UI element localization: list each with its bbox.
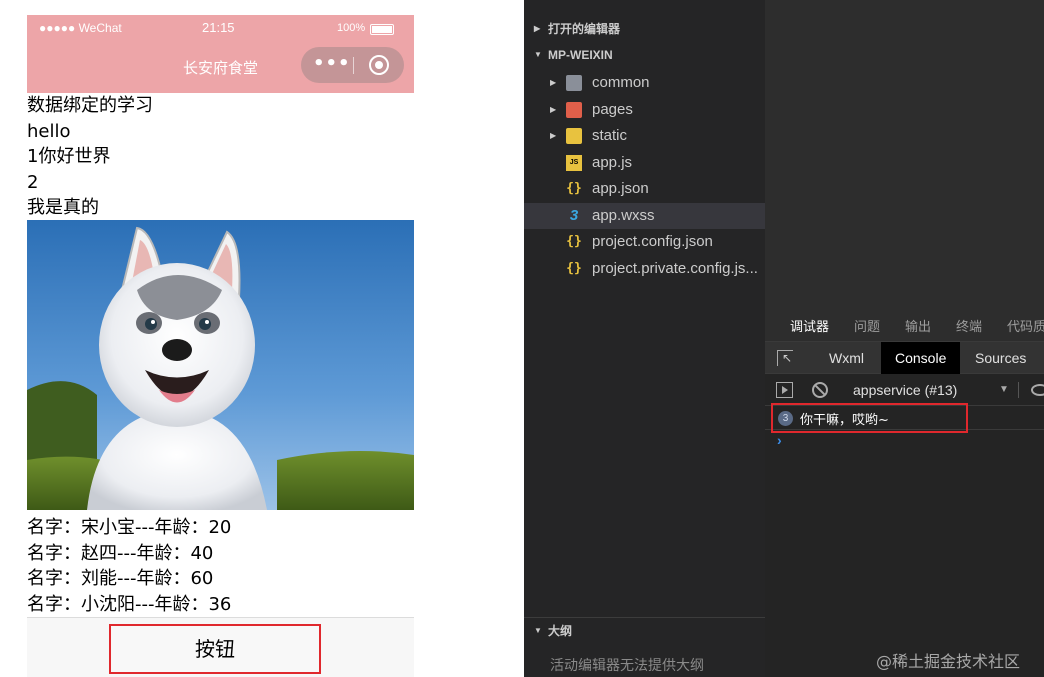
list-item: 名字：刘能---年龄：60	[27, 568, 214, 589]
tree-item-label: app.wxss	[592, 207, 655, 224]
tree-item-label: project.private.config.js...	[592, 260, 758, 277]
console-toolbar: appservice (#13) ▼	[765, 374, 1044, 406]
tree-item-static[interactable]: ▶ static	[524, 123, 765, 149]
context-select[interactable]: appservice (#13) ▼	[843, 374, 1011, 406]
tree-item-label: pages	[592, 101, 633, 118]
primary-button[interactable]: 按钮	[109, 624, 321, 674]
devtools-top-tabs: 调试器 问题 输出 终端 代码质	[765, 306, 1044, 345]
text-line: 1你好世界	[27, 146, 111, 167]
chevron-right-icon: ▶	[550, 78, 557, 87]
tree-item-label: project.config.json	[592, 233, 713, 250]
folder-icon	[566, 75, 582, 91]
toolbar-divider	[1018, 382, 1019, 398]
tab-terminal[interactable]: 终端	[956, 316, 982, 335]
battery-percent: 100%	[337, 22, 366, 34]
tab-wxml[interactable]: Wxml	[815, 342, 878, 374]
js-file-icon: JS	[566, 155, 582, 171]
tree-item-label: common	[592, 74, 650, 91]
tree-item-app-json[interactable]: {} app.json	[524, 176, 765, 202]
battery-icon	[370, 24, 394, 35]
open-editors-section[interactable]: ▶ 打开的编辑器	[524, 16, 765, 42]
json-file-icon: {}	[566, 181, 582, 196]
button-area: 按钮	[27, 617, 414, 677]
tree-item-label: app.js	[592, 154, 633, 171]
clear-console-icon[interactable]	[812, 382, 828, 398]
chevron-down-icon: ▼	[534, 50, 542, 59]
list-item: 名字：宋小宝---年龄：20	[27, 517, 232, 538]
context-label: appservice (#13)	[853, 382, 958, 398]
chevron-right-icon: ▶	[550, 131, 557, 140]
tree-item-common[interactable]: ▶ common	[524, 70, 765, 96]
tree-item-project-config[interactable]: {} project.config.json	[524, 229, 765, 255]
phone-simulator: ●●●●● WeChat 21:15 100% 长安府食堂 ••• 数据绑定的学…	[27, 15, 414, 677]
chevron-down-icon: ▼	[534, 626, 542, 635]
watermark: @稀土掘金技术社区	[876, 652, 1021, 671]
tab-code-quality[interactable]: 代码质	[1007, 316, 1044, 335]
outline-message: 活动编辑器无法提供大纲	[550, 658, 704, 674]
capsule-divider	[353, 57, 354, 74]
json-file-icon: {}	[566, 234, 582, 249]
tree-item-app-js[interactable]: JS app.js	[524, 150, 765, 176]
section-title: 大纲	[548, 624, 573, 638]
tree-item-pages[interactable]: ▶ pages	[524, 97, 765, 123]
section-title: MP-WEIXIN	[548, 48, 613, 62]
file-explorer: ▶ 打开的编辑器 ▼ MP-WEIXIN ▶ common ▶ pages ▶ …	[524, 0, 765, 677]
tab-output[interactable]: 输出	[905, 316, 931, 335]
tab-debugger[interactable]: 调试器	[790, 316, 830, 345]
chevron-down-icon: ▼	[999, 384, 1009, 395]
tab-sources[interactable]: Sources	[961, 342, 1040, 374]
husky-puppy-image	[27, 220, 414, 510]
page-content: 数据绑定的学习 hello 1你好世界 2 我是真的	[27, 93, 414, 221]
people-list: 名字：宋小宝---年龄：20 名字：赵四---年龄：40 名字：刘能---年龄：…	[27, 515, 414, 617]
chevron-right-icon: ▶	[550, 105, 557, 114]
nav-bar: 长安府食堂 •••	[27, 41, 414, 93]
highlight-box	[771, 403, 968, 433]
carrier-label: ●●●●● WeChat	[39, 21, 122, 35]
text-line: 我是真的	[27, 197, 99, 218]
outline-header[interactable]: ▼ 大纲	[524, 618, 765, 644]
text-line: hello	[27, 120, 71, 142]
mini-program-capsule: •••	[301, 47, 404, 83]
tree-item-label: static	[592, 127, 628, 144]
css-file-icon: 3	[569, 207, 579, 224]
devtools-panel: 调试器 问题 输出 终端 代码质 Wxml Console Sources ap…	[765, 306, 1044, 677]
devtools-panel-tabs: Wxml Console Sources	[765, 342, 1044, 374]
console-message: 3 你干嘛，哎哟~	[765, 403, 1044, 433]
console-prompt[interactable]: ›	[777, 432, 782, 448]
tab-console[interactable]: Console	[881, 342, 961, 374]
chevron-right-icon: ▶	[534, 24, 541, 33]
tab-problems[interactable]: 问题	[854, 316, 880, 335]
json-file-icon: {}	[566, 261, 582, 276]
tree-item-project-private-config[interactable]: {} project.private.config.js...	[524, 256, 765, 282]
project-section[interactable]: ▼ MP-WEIXIN	[524, 42, 765, 68]
text-line: 数据绑定的学习	[27, 95, 153, 116]
inspect-element-icon[interactable]	[777, 350, 793, 366]
sidebar-toggle-icon[interactable]	[776, 382, 793, 398]
clock: 21:15	[202, 20, 235, 35]
list-item: 名字：赵四---年龄：40	[27, 542, 214, 564]
status-bar: ●●●●● WeChat 21:15 100%	[27, 15, 414, 41]
list-item: 名字：小沈阳---年龄：36	[27, 593, 232, 615]
close-target-icon[interactable]	[369, 55, 389, 75]
folder-icon	[566, 128, 582, 144]
section-title: 打开的编辑器	[548, 22, 621, 36]
tree-item-label: app.json	[592, 180, 649, 197]
tree-item-app-wxss[interactable]: 3 app.wxss	[524, 203, 765, 229]
eye-icon[interactable]	[1031, 384, 1044, 396]
more-icon[interactable]: •••	[313, 55, 350, 75]
outline-section[interactable]: ▼ 大纲	[524, 617, 765, 643]
folder-icon	[566, 102, 582, 118]
text-line: 2	[27, 171, 39, 193]
